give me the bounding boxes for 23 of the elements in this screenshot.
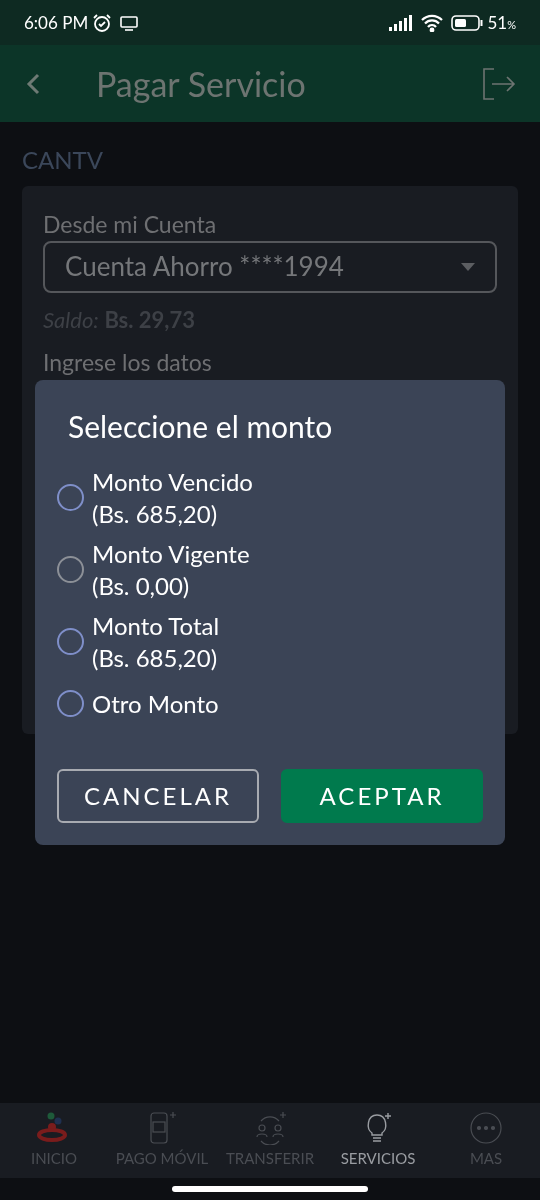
- alarm-icon: [92, 12, 113, 33]
- dialog-title: Seleccione el monto: [68, 408, 334, 446]
- nav-tab[interactable]: SERVICIOS: [324, 1111, 432, 1170]
- field-label: Desde mi Cuenta: [43, 210, 218, 239]
- section-title: CANTV: [22, 144, 105, 176]
- transfer-icon: [253, 1111, 287, 1146]
- battery-icon: [451, 14, 484, 31]
- wifi-icon: [421, 13, 444, 32]
- page-title: Pagar Servicio: [96, 62, 306, 106]
- signal-icon: [389, 14, 414, 31]
- dialog-button[interactable]: CANCELAR: [57, 769, 259, 823]
- account-dropdown[interactable]: Cuenta Ahorro ****1994: [43, 240, 497, 293]
- more-icon: [469, 1111, 503, 1146]
- radio-option[interactable]: Otro Monto: [57, 687, 483, 720]
- dropdown-arrow-icon: [461, 262, 475, 271]
- dialog-button[interactable]: ACEPTAR: [281, 769, 483, 823]
- section-label: Ingrese los datos: [43, 347, 213, 377]
- logout-icon[interactable]: [480, 66, 516, 101]
- radio-option[interactable]: Monto Vencido (Bs. 685,20): [57, 465, 483, 530]
- radio-option[interactable]: Monto Total (Bs. 685,20): [57, 609, 483, 674]
- battery-percent: 51%: [487, 10, 516, 35]
- screen-icon: [120, 14, 139, 31]
- clock: 6:06 PM: [24, 10, 89, 35]
